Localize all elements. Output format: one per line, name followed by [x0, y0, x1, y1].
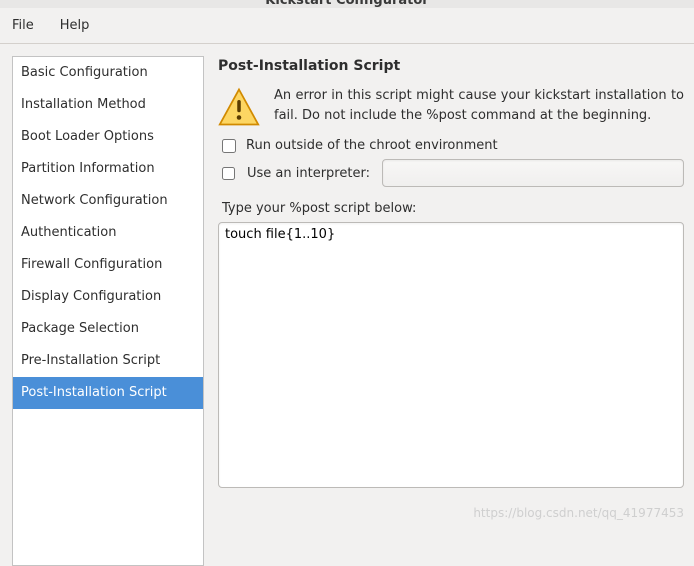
sidebar-item-post-installation-script[interactable]: Post-Installation Script [13, 377, 203, 409]
page-title: Post-Installation Script [218, 58, 684, 74]
chroot-label: Run outside of the chroot environment [246, 138, 498, 153]
chroot-checkbox[interactable] [222, 139, 236, 153]
sidebar-item-label: Basic Configuration [21, 65, 148, 80]
interpreter-checkbox[interactable] [222, 167, 235, 180]
menu-file[interactable]: File [6, 14, 40, 37]
sidebar-item-installation-method[interactable]: Installation Method [13, 89, 203, 121]
script-textarea[interactable] [218, 222, 684, 488]
sidebar-item-label: Network Configuration [21, 193, 168, 208]
warning-row: An error in this script might cause your… [218, 86, 684, 128]
main-panel: Post-Installation Script An error in thi… [204, 44, 694, 528]
sidebar-item-label: Package Selection [21, 321, 139, 336]
sidebar-item-network-configuration[interactable]: Network Configuration [13, 185, 203, 217]
sidebar-item-label: Authentication [21, 225, 116, 240]
sidebar-item-boot-loader-options[interactable]: Boot Loader Options [13, 121, 203, 153]
interpreter-input[interactable] [382, 159, 684, 187]
sidebar-item-partition-information[interactable]: Partition Information [13, 153, 203, 185]
interpreter-row: Use an interpreter: [222, 159, 684, 187]
menubar: File Help [0, 8, 694, 44]
content-area: Basic Configuration Installation Method … [0, 44, 694, 528]
warning-icon [218, 86, 260, 128]
interpreter-label: Use an interpreter: [247, 166, 370, 181]
chroot-row: Run outside of the chroot environment [222, 138, 684, 153]
titlebar: Kickstart Configurator [0, 0, 694, 8]
sidebar-item-label: Installation Method [21, 97, 146, 112]
sidebar-item-label: Partition Information [21, 161, 155, 176]
sidebar-item-label: Post-Installation Script [21, 385, 167, 400]
sidebar-item-label: Pre-Installation Script [21, 353, 160, 368]
sidebar-item-display-configuration[interactable]: Display Configuration [13, 281, 203, 313]
menu-help[interactable]: Help [54, 14, 96, 37]
sidebar: Basic Configuration Installation Method … [12, 56, 204, 566]
sidebar-item-firewall-configuration[interactable]: Firewall Configuration [13, 249, 203, 281]
script-label: Type your %post script below: [222, 201, 684, 216]
warning-text: An error in this script might cause your… [274, 86, 684, 125]
sidebar-item-label: Display Configuration [21, 289, 161, 304]
sidebar-item-pre-installation-script[interactable]: Pre-Installation Script [13, 345, 203, 377]
window-title: Kickstart Configurator [265, 0, 428, 8]
sidebar-item-package-selection[interactable]: Package Selection [13, 313, 203, 345]
sidebar-item-authentication[interactable]: Authentication [13, 217, 203, 249]
sidebar-item-label: Firewall Configuration [21, 257, 162, 272]
sidebar-item-label: Boot Loader Options [21, 129, 154, 144]
sidebar-item-basic-configuration[interactable]: Basic Configuration [13, 57, 203, 89]
